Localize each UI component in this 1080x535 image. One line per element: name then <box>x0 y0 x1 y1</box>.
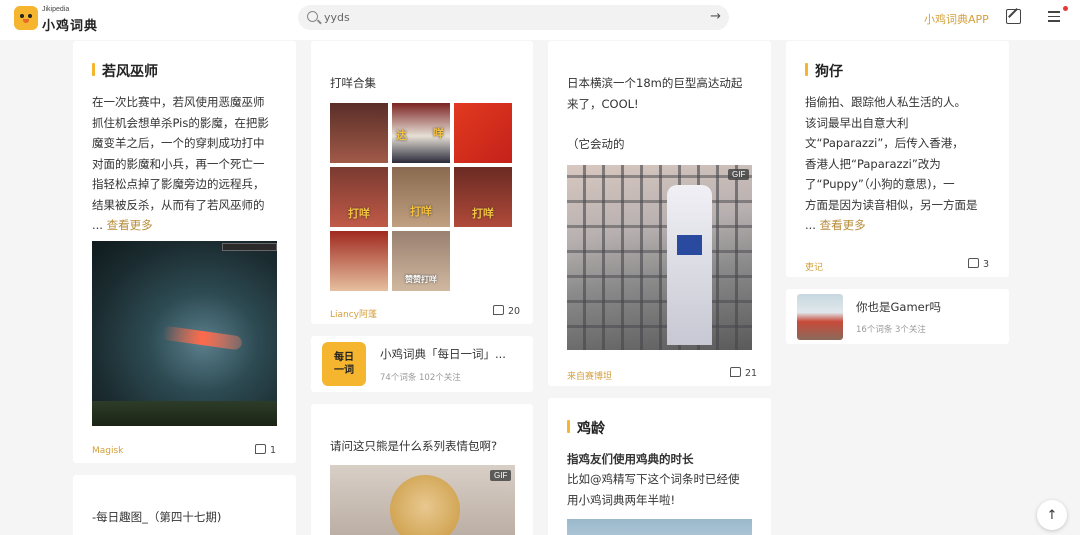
top-header: Jikipedia 小鸡词典 → 小鸡词典APP <box>0 0 1080 40</box>
post-author[interactable]: Magisk <box>92 446 123 456</box>
search-submit-arrow-icon[interactable]: → <box>710 9 721 24</box>
daily-word-badge-icon: 每日 一词 <box>322 342 366 386</box>
card-subtitle: 指鸡友们使用鸡典的时长 <box>567 452 694 466</box>
bear-gif-image[interactable] <box>330 465 515 535</box>
card-title[interactable]: 狗仔 <box>805 61 843 81</box>
post-image[interactable] <box>567 519 752 535</box>
grid-image[interactable] <box>330 231 388 291</box>
gif-badge: GIF <box>728 169 750 180</box>
like-button[interactable]: 20 <box>493 305 520 317</box>
post-card-daily-fun[interactable]: -每日趣图_（第四十七期) <box>73 475 296 535</box>
grid-image[interactable]: 赞赞打咩 <box>392 231 450 291</box>
card-excerpt: 比如@鸡精写下这个词条时已经使 用小鸡词典两年半啦! <box>567 472 740 507</box>
post-card-gundam[interactable]: 日本横滨一个18m的巨型高达动起 来了，COOL! （它会动的 GIF 来自赛博… <box>548 41 771 386</box>
like-button[interactable]: 1 <box>255 444 276 456</box>
like-count: 20 <box>508 306 521 317</box>
collection-meta: 16个词条 3个关注 <box>856 325 926 335</box>
grid-image[interactable]: 达咩 <box>392 103 450 163</box>
card-title[interactable]: -每日趣图_（第四十七期) <box>92 507 221 528</box>
post-card-gouzai[interactable]: 狗仔 指偷拍、跟踪他人私生活的人。 该词最早出自意大利 文“Paparazzi”… <box>786 41 1009 277</box>
like-count: 1 <box>270 445 277 456</box>
post-card-bear-meme[interactable]: 请问这只熊是什么系列表情包啊? GIF <box>311 404 533 535</box>
gundam-gif-image[interactable] <box>567 165 752 350</box>
card-excerpt: 日本横滨一个18m的巨型高达动起 来了，COOL! （它会动的 <box>567 76 743 151</box>
download-app-link[interactable]: 小鸡词典APP <box>924 11 989 27</box>
thumbs-up-icon <box>493 305 504 315</box>
logo-chick-icon[interactable] <box>14 6 38 30</box>
search-bar[interactable]: → <box>298 5 729 30</box>
thumbs-up-icon <box>968 258 979 268</box>
card-title[interactable]: 请问这只熊是什么系列表情包啊? <box>330 436 497 457</box>
card-excerpt: 指偷拍、跟踪他人私生活的人。 该词最早出自意大利 文“Paparazzi”，后传… <box>805 95 978 232</box>
thumbs-up-icon <box>255 444 266 454</box>
read-more-link[interactable]: 查看更多 <box>820 218 866 232</box>
search-icon <box>307 11 318 22</box>
grid-image[interactable]: 打咩 <box>392 167 450 227</box>
grid-image[interactable] <box>330 103 388 163</box>
like-button[interactable]: 21 <box>730 367 757 379</box>
collection-thumbnail[interactable] <box>797 294 843 340</box>
brand-latin[interactable]: Jikipedia <box>42 6 69 13</box>
dota-game-screenshot[interactable] <box>92 241 277 426</box>
collection-title[interactable]: 小鸡词典「每日一词」... <box>380 346 506 362</box>
create-post-icon[interactable] <box>1006 9 1021 24</box>
like-count: 21 <box>745 368 758 379</box>
post-author[interactable]: 吏记 <box>805 260 823 273</box>
grid-image[interactable] <box>454 103 512 163</box>
grid-image[interactable]: 打咩 <box>454 167 512 227</box>
grid-image[interactable]: 打咩 <box>330 167 388 227</box>
thumbs-up-icon <box>730 367 741 377</box>
post-card-chicken-age[interactable]: 鸡龄 指鸡友们使用鸡典的时长 比如@鸡精写下这个词条时已经使 用小鸡词典两年半啦… <box>548 398 771 535</box>
menu-icon[interactable] <box>1048 11 1060 25</box>
like-button[interactable]: 3 <box>968 258 989 270</box>
card-title[interactable]: 若风巫师 <box>92 61 158 81</box>
like-count: 3 <box>983 259 990 270</box>
post-card-ruofeng[interactable]: 若风巫师 在一次比赛中，若风使用恶魔巫师 抓住机会想单杀Pis的影魔，在把影 魔… <box>73 41 296 463</box>
card-title[interactable]: 打咩合集 <box>330 73 376 94</box>
card-title[interactable]: 鸡龄 <box>567 418 605 438</box>
collection-card-daily-word[interactable]: 每日 一词 小鸡词典「每日一词」... 74个词条 102个关注 <box>311 336 533 392</box>
post-author[interactable]: Liancy阿蓬 <box>330 307 377 320</box>
read-more-link[interactable]: 查看更多 <box>107 218 153 232</box>
image-grid: 达咩 打咩 打咩 打咩 赞赞打咩 <box>330 103 515 293</box>
post-card-dame-collection[interactable]: 打咩合集 达咩 打咩 打咩 打咩 赞赞打咩 Liancy阿蓬 20 <box>311 41 533 324</box>
card-excerpt: 在一次比赛中，若风使用恶魔巫师 抓住机会想单杀Pis的影魔，在把影 魔变羊之后，… <box>92 95 269 232</box>
collection-title[interactable]: 你也是Gamer吗 <box>856 299 941 315</box>
collection-meta: 74个词条 102个关注 <box>380 373 461 383</box>
post-author[interactable]: 来自赛博坦 <box>567 369 612 382</box>
notification-dot <box>1063 6 1068 11</box>
collection-card-gamer[interactable]: 你也是Gamer吗 16个词条 3个关注 <box>786 289 1009 344</box>
brand-name[interactable]: 小鸡词典 <box>42 15 98 34</box>
back-to-top-button[interactable]: ↑ <box>1037 500 1067 530</box>
gif-badge: GIF <box>490 470 512 481</box>
search-input[interactable] <box>324 9 694 26</box>
